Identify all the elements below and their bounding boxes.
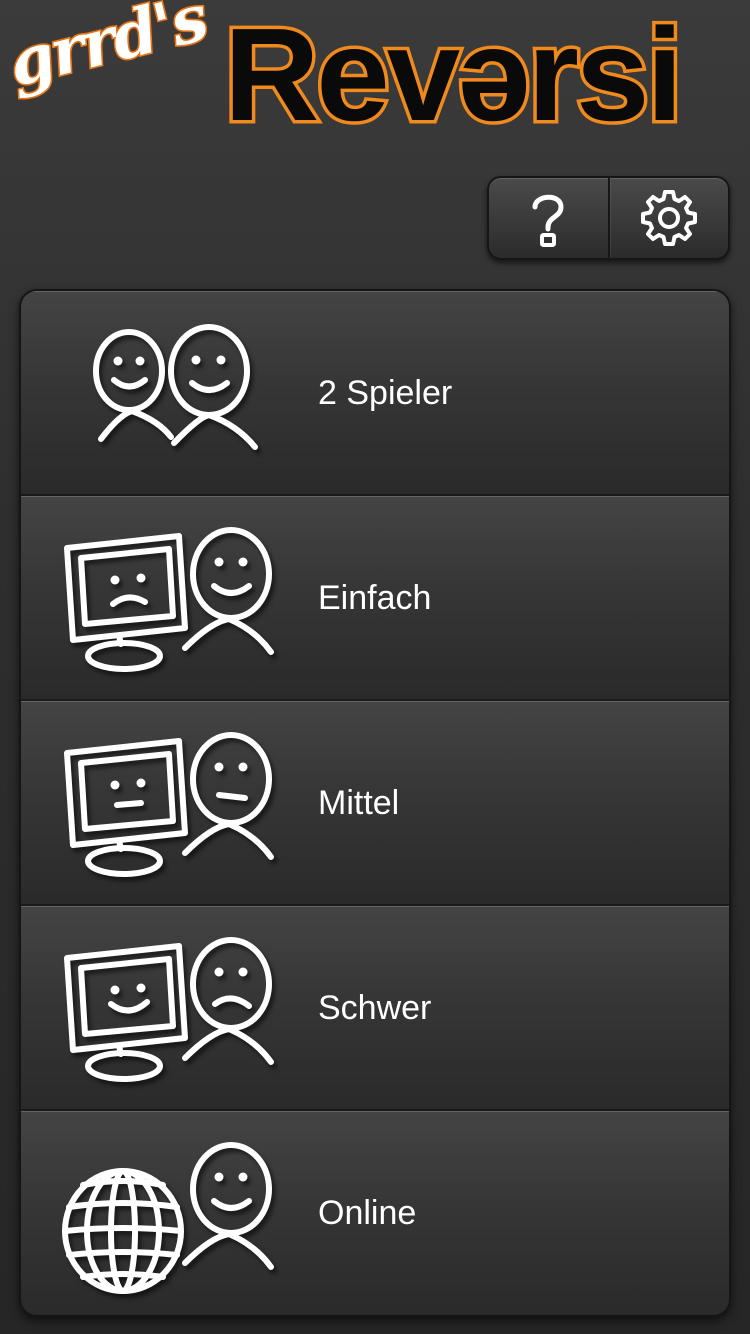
menu-item-easy[interactable]: Einfach [21, 496, 729, 701]
computer-neutral-vs-player-icon [59, 723, 299, 883]
top-toolbar [487, 176, 730, 260]
settings-button[interactable] [607, 178, 729, 258]
logo-title-end: rsi [524, 0, 686, 152]
logo-title-start: Rev [220, 0, 463, 152]
menu-item-medium[interactable]: Mittel [21, 701, 729, 906]
help-button[interactable] [489, 178, 608, 258]
app-logo: grrd's Revərsi [0, 0, 750, 165]
logo-title: Revərsi [220, 0, 686, 152]
globe-vs-player-icon [59, 1133, 299, 1294]
logo-prefix: grrd's [0, 0, 215, 103]
computer-sad-vs-player-icon [59, 518, 299, 678]
menu-item-hard[interactable]: Schwer [21, 906, 729, 1111]
menu-item-online[interactable]: Online [21, 1111, 729, 1315]
game-mode-menu: 2 Spieler Einfach Mittel Schwer Online [19, 289, 731, 1317]
gear-icon [640, 190, 697, 246]
menu-item-two-players[interactable]: 2 Spieler [21, 291, 729, 496]
logo-title-mid: ə [454, 0, 534, 152]
menu-item-label: Mittel [318, 784, 400, 822]
menu-item-label: 2 Spieler [318, 374, 453, 412]
question-mark-icon [532, 194, 564, 247]
menu-item-label: Einfach [318, 579, 432, 617]
computer-happy-vs-player-sad-icon [59, 928, 299, 1088]
menu-item-label: Online [318, 1194, 417, 1232]
menu-item-label: Schwer [318, 989, 432, 1027]
two-players-icon [59, 313, 299, 473]
